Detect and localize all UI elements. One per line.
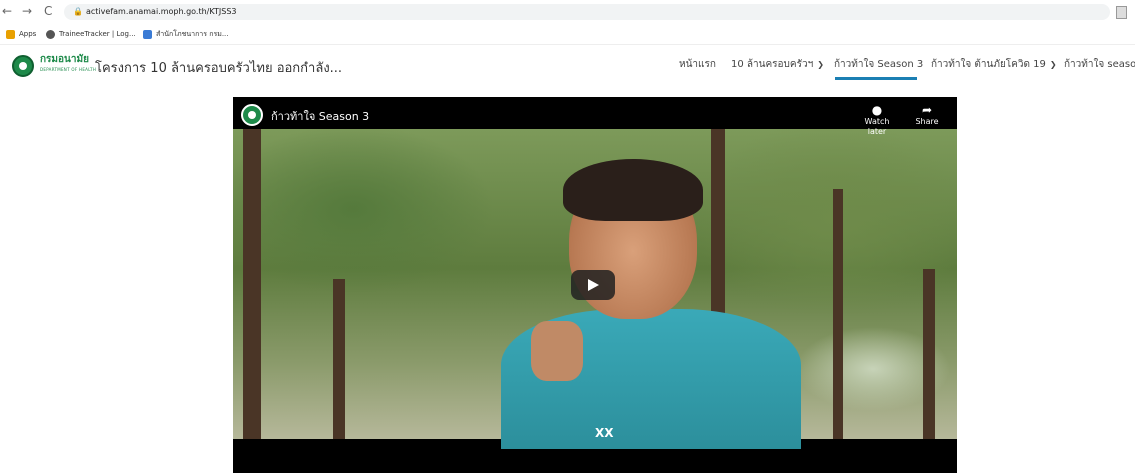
tree-trunk [333, 279, 345, 439]
lock-icon: 🔒 [73, 7, 83, 16]
nav-label: 10 ล้านครอบครัวฯ [731, 59, 814, 70]
site-icon [143, 29, 152, 39]
reload-icon[interactable]: C [44, 3, 52, 19]
tree-trunk [243, 129, 261, 439]
watch-later-label: Watch later [864, 117, 890, 136]
tree-trunk [833, 189, 843, 439]
globe-icon [46, 29, 55, 39]
nav-item-covid19[interactable]: ก้าวท้าใจ ต้านภัยโควิด 19 ❯ [931, 57, 1057, 72]
logo-text[interactable]: กรมอนามัย [40, 54, 89, 66]
video-player[interactable]: XX ก้าวท้าใจ Season 3 ● Watch later ➦ Sh… [233, 97, 957, 473]
extension-icon[interactable] [1116, 6, 1127, 19]
share-arrow-icon: ➦ [921, 103, 933, 117]
nav-label: ก้าวท้าใจ Season 3 [834, 59, 924, 70]
browser-toolbar: ← → C 🔒 activefam.anamai.moph.go.th/KTJS… [0, 0, 1135, 24]
nav-label: ก้าวท้าใจ ต้านภัยโควิด 19 [931, 59, 1046, 70]
site-title[interactable]: โครงการ 10 ล้านครอบครัวไทย ออกกำลัง... [95, 57, 342, 78]
nav-item-home[interactable]: หน้าแรก [679, 57, 716, 72]
site-header: กรมอนามัย DEPARTMENT OF HEALTH โครงการ 1… [0, 44, 1135, 93]
person-hair [563, 159, 703, 221]
share-label: Share [915, 117, 939, 126]
address-bar[interactable]: 🔒 activefam.anamai.moph.go.th/KTJSS3 [64, 4, 1110, 20]
tree-trunk [923, 269, 935, 439]
bookmarks-bar: Apps TraineeTracker | Log... สำนักโภชนาก… [0, 24, 1135, 44]
nav-item-season-more[interactable]: ก้าวท้าใจ seaso [1064, 57, 1135, 72]
video-title[interactable]: ก้าวท้าใจ Season 3 [271, 107, 369, 125]
share-button[interactable]: ➦ Share [907, 103, 947, 127]
bookmark-traineetracker[interactable]: TraineeTracker | Log... [46, 28, 136, 40]
chevron-down-icon: ❯ [817, 60, 824, 69]
bookmark-label: Apps [19, 30, 37, 38]
logo-subtext: DEPARTMENT OF HEALTH [40, 67, 97, 72]
apps-grid-icon [6, 29, 15, 39]
bookmark-label: สำนักโภชนาการ กรม... [156, 30, 229, 38]
department-logo-icon[interactable] [12, 55, 34, 77]
watch-later-button[interactable]: ● Watch later [857, 103, 897, 137]
bookmark-apps[interactable]: Apps [6, 28, 36, 40]
chevron-down-icon: ❯ [1049, 60, 1057, 69]
address-url[interactable]: activefam.anamai.moph.go.th/KTJSS3 [86, 4, 236, 20]
raised-fist [531, 321, 583, 381]
back-icon[interactable]: ← [2, 3, 12, 19]
nav-item-10m-families[interactable]: 10 ล้านครอบครัวฯ ❯ [731, 57, 824, 72]
nav-item-season3[interactable]: ก้าวท้าใจ Season 3 [834, 57, 923, 72]
clock-icon: ● [871, 103, 883, 117]
active-nav-indicator [835, 77, 917, 80]
play-button[interactable] [571, 270, 615, 300]
channel-avatar-icon[interactable] [241, 104, 263, 126]
nav-label: ก้าวท้าใจ seaso [1064, 59, 1135, 70]
bookmark-label: TraineeTracker | Log... [59, 30, 136, 38]
bookmark-nutrition[interactable]: สำนักโภชนาการ กรม... [143, 28, 229, 40]
forward-icon[interactable]: → [22, 3, 32, 19]
shirt-logo: XX [595, 426, 614, 440]
video-top-bar: ก้าวท้าใจ Season 3 ● Watch later ➦ Share [233, 97, 957, 136]
nav-label: หน้าแรก [679, 59, 716, 70]
